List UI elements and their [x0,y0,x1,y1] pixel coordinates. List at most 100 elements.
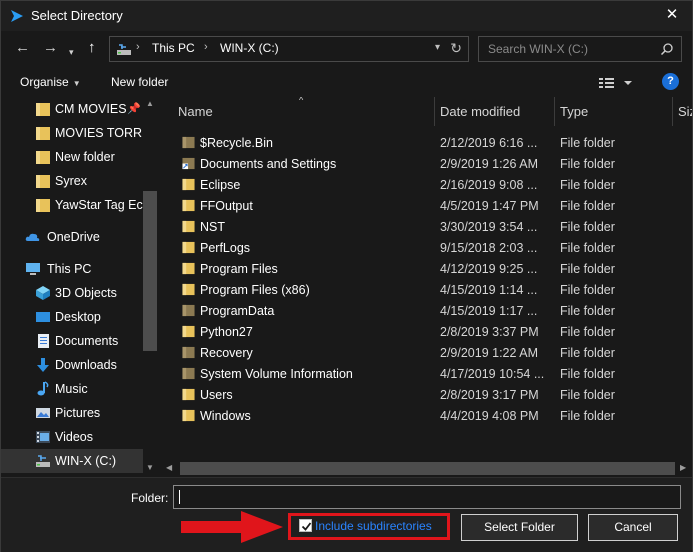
search-input[interactable]: Search WIN-X (C:) [478,36,682,62]
file-date-modified: 3/30/2019 3:54 ... [440,220,538,234]
cancel-button[interactable]: Cancel [588,514,678,541]
pictures-icon [36,408,50,418]
sidebar-item-documents[interactable]: Documents [1,329,143,353]
file-date-modified: 2/9/2019 1:26 AM [440,157,538,171]
sidebar-item-pictures[interactable]: Pictures [1,401,143,425]
new-folder-button[interactable]: New folder [111,75,168,89]
scroll-up-icon[interactable]: ▲ [146,99,154,108]
file-row[interactable]: Windows 4/4/2019 4:08 PM File folder [171,406,681,427]
documents-icon [38,334,49,348]
refresh-icon[interactable]: ↻ [450,40,462,57]
sidebar-item-win-x-drive[interactable]: WIN-X (C:) [1,449,143,473]
search-icon [660,43,673,56]
file-name: Windows [200,409,251,423]
file-row[interactable]: Program Files (x86) 4/15/2019 1:14 ... Fil… [171,280,681,301]
include-subdirectories-label[interactable]: Include subdirectories [315,519,432,533]
view-options-icon[interactable] [599,75,635,91]
close-icon[interactable]: ✕ [652,1,692,31]
folder-icon [36,151,50,164]
sort-ascending-icon: ^ [299,97,304,105]
address-bar[interactable]: › This PC › WIN-X (C:) ▾ ↻ [109,36,469,62]
column-header-type[interactable]: Type [554,97,672,126]
folder-shortcut-icon [182,157,195,170]
annotation-arrow-icon [181,511,283,543]
command-bar: Organise ▼ New folder [1,67,692,97]
sidebar-item-videos[interactable]: Videos [1,425,143,449]
address-history-chevron-icon[interactable]: ▾ [435,42,440,53]
file-name: FFOutput [200,199,253,213]
breadcrumb-this-pc[interactable]: This PC [152,41,195,55]
folder-icon [182,325,195,338]
breadcrumb-drive[interactable]: WIN-X (C:) [220,41,279,55]
download-icon [37,358,49,372]
file-row[interactable]: FFOutput 4/5/2019 1:47 PM File folder [171,196,681,217]
sidebar-item-cm-movies[interactable]: CM MOVIES 📌 [1,97,143,121]
organise-label: Organise [20,75,69,89]
file-type: File folder [560,136,615,150]
file-row[interactable]: System Volume Information 4/17/2019 10:54… [171,364,681,385]
folder-icon [182,367,195,380]
sidebar-item-label: 3D Objects [55,286,117,300]
folder-label: Folder: [131,491,169,505]
computer-icon [26,263,40,275]
file-row[interactable]: Users 2/8/2019 3:17 PM File folder [171,385,681,406]
file-row[interactable]: Documents and Settings 2/9/2019 1:26 AM Fi… [171,154,681,175]
sidebar-scroll-thumb[interactable] [143,191,157,351]
file-row[interactable]: NST 3/30/2019 3:54 ... File folder [171,217,681,238]
file-type: File folder [560,283,615,297]
up-arrow-icon[interactable]: ↑ [88,40,96,56]
file-row[interactable]: Recovery 2/9/2019 1:22 AM File folder [171,343,681,364]
folder-icon [182,136,195,149]
file-type: File folder [560,220,615,234]
column-header-size[interactable]: Siz [672,97,692,126]
file-row[interactable]: Python27 2/8/2019 3:37 PM File folder [171,322,681,343]
sidebar-item-music[interactable]: Music [1,377,143,401]
file-date-modified: 9/15/2018 2:03 ... [440,241,538,255]
file-name: PerfLogs [200,241,251,255]
window-title: Select Directory [31,8,123,23]
horizontal-scroll-thumb[interactable] [180,462,675,475]
scroll-right-icon[interactable]: ▶ [680,463,686,472]
drive-icon [36,455,50,467]
sidebar-item-downloads[interactable]: Downloads [1,353,143,377]
sidebar-item-3d-objects[interactable]: 3D Objects [1,281,143,305]
include-subdirectories-checkbox[interactable] [299,519,312,532]
sidebar-item-this-pc[interactable]: This PC [1,257,143,281]
column-header-date-modified[interactable]: Date modified [434,97,554,126]
file-date-modified: 2/16/2019 9:08 ... [440,178,538,192]
file-row[interactable]: $Recycle.Bin 2/12/2019 6:16 ... File folde… [171,133,681,154]
pin-icon[interactable]: 📌 [127,102,141,115]
cloud-icon [25,233,40,241]
cube-icon [36,286,50,300]
file-date-modified: 4/17/2019 10:54 ... [440,367,545,381]
back-arrow-icon[interactable]: ← [15,40,30,56]
checkmark-icon [301,522,312,531]
organise-menu-button[interactable]: Organise ▼ [20,75,81,89]
help-icon[interactable]: ? [662,73,679,90]
sidebar-item-syrex[interactable]: Syrex [1,169,143,193]
sidebar-item-desktop[interactable]: Desktop [1,305,143,329]
recent-locations-chevron-icon[interactable]: ▾ [69,44,74,60]
select-folder-button[interactable]: Select Folder [461,514,578,541]
file-list: Name ^ Date modified Type Siz $Recycle.B… [161,97,692,461]
scroll-left-icon[interactable]: ◀ [166,463,172,472]
file-row[interactable]: PerfLogs 9/15/2018 2:03 ... File folder [171,238,681,259]
sidebar-item-movies-torre[interactable]: MOVIES TORRE [1,121,143,145]
file-name: ProgramData [200,304,275,318]
forward-arrow-icon[interactable]: → [43,40,58,56]
sidebar-item-label: Videos [55,430,93,444]
sidebar-item-label: Syrex [55,174,87,188]
file-row[interactable]: Eclipse 2/16/2019 9:08 ... File folder [171,175,681,196]
folder-icon [182,220,195,233]
scroll-down-icon[interactable]: ▼ [146,463,154,472]
drive-icon [117,44,131,55]
file-row[interactable]: Program Files 4/12/2019 9:25 ... File fold… [171,259,681,280]
sidebar-item-onedrive[interactable]: OneDrive [1,225,143,249]
file-type: File folder [560,304,615,318]
file-name: Recovery [200,346,253,360]
file-row[interactable]: ProgramData 4/15/2019 1:17 ... File folder [171,301,681,322]
folder-input[interactable] [173,485,681,509]
sidebar-item-new-folder[interactable]: New folder [1,145,143,169]
sidebar-item-yawstar[interactable]: YawStar Tag Ec [1,193,143,217]
videos-icon [36,431,50,443]
